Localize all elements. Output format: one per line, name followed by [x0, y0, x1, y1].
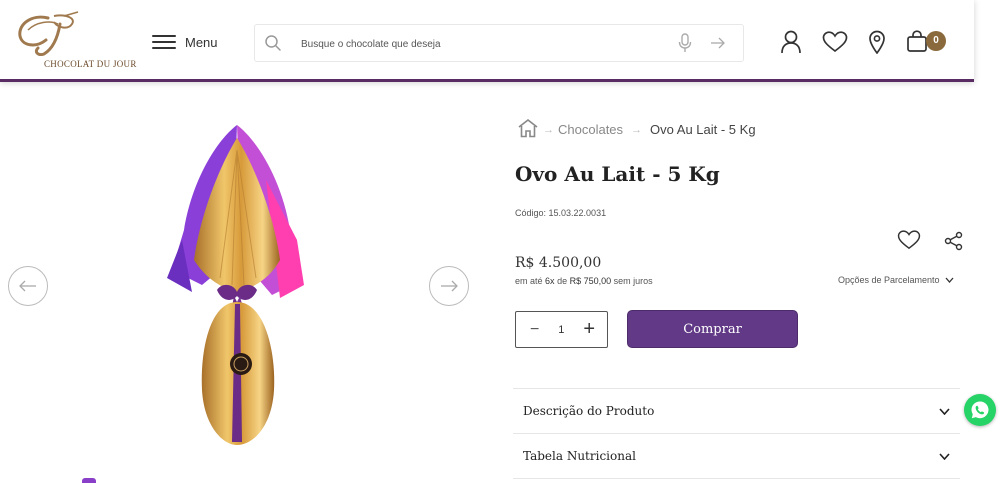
breadcrumb-current: Ovo Au Lait - 5 Kg: [650, 122, 756, 137]
gallery-thumbnail[interactable]: [82, 478, 96, 483]
menu-button[interactable]: Menu: [152, 30, 218, 54]
brand-name: CHOCOLAT DU JOUR: [44, 59, 137, 69]
installments-count: 6x: [545, 276, 555, 286]
breadcrumb: → Chocolates → Ovo Au Lait - 5 Kg: [517, 118, 756, 141]
accordion-nutrition-table[interactable]: Tabela Nutricional: [513, 433, 960, 478]
whatsapp-icon: [971, 401, 989, 419]
gallery-next-button[interactable]: [429, 266, 469, 306]
installment-options-toggle[interactable]: Opções de Parcelamento: [838, 275, 954, 285]
quantity-value[interactable]: 1: [558, 324, 564, 336]
accordion-divider: [513, 478, 960, 479]
chevron-down-icon: [939, 452, 950, 460]
chevron-down-icon: [939, 407, 950, 415]
arrow-right-icon[interactable]: [710, 36, 726, 55]
breadcrumb-chocolates[interactable]: Chocolates: [558, 122, 623, 137]
shopping-bag-icon[interactable]: [906, 30, 928, 57]
search-bar: [254, 24, 744, 62]
accordion-label: Tabela Nutricional: [523, 449, 636, 463]
buy-button[interactable]: Comprar: [627, 310, 798, 348]
installments-value: R$ 750,00: [569, 276, 612, 286]
whatsapp-button[interactable]: [964, 394, 996, 426]
accordion-product-description[interactable]: Descrição do Produto: [513, 388, 960, 433]
site-header: CHOCOLAT DU JOUR Menu Busque o chocolate…: [0, 0, 974, 82]
menu-label: Menu: [185, 34, 218, 50]
product-price: R$ 4.500,00: [515, 255, 602, 271]
product-image: [167, 125, 304, 445]
search-input[interactable]: [301, 34, 651, 54]
accordion-label: Descrição do Produto: [523, 404, 655, 418]
product-title: Ovo Au Lait - 5 Kg: [515, 162, 720, 186]
product-page: CHOCOLAT DU JOUR Menu Busque o chocolate…: [0, 0, 1000, 483]
brand-logo[interactable]: CHOCOLAT DU JOUR: [14, 10, 136, 72]
chevron-down-icon: [945, 277, 954, 283]
installments-text: em até 6x de R$ 750,00 sem juros: [515, 276, 653, 286]
wishlist-heart-icon[interactable]: [897, 230, 921, 255]
breadcrumb-separator: →: [631, 123, 643, 136]
quantity-stepper: − 1 +: [515, 311, 608, 348]
installments-suffix: sem juros: [613, 276, 653, 286]
home-icon[interactable]: [517, 118, 539, 141]
breadcrumb-separator: →: [543, 123, 554, 136]
search-icon: [264, 34, 282, 57]
cj-monogram-logo-icon: [18, 11, 79, 56]
arrow-right-icon: [441, 280, 458, 292]
installment-options-label: Opções de Parcelamento: [838, 275, 940, 285]
location-pin-icon[interactable]: [868, 30, 886, 59]
share-icon[interactable]: [944, 231, 964, 256]
user-icon[interactable]: [780, 30, 802, 59]
quantity-minus-button[interactable]: −: [530, 321, 539, 339]
quantity-plus-button[interactable]: +: [583, 318, 595, 341]
installments-prefix: em até: [515, 276, 543, 286]
arrow-left-icon: [19, 280, 36, 292]
cart-count-badge: 0: [926, 31, 946, 51]
heart-icon[interactable]: [822, 31, 848, 58]
microphone-icon[interactable]: [678, 33, 692, 58]
product-code: Código: 15.03.22.0031: [515, 208, 607, 218]
gallery-prev-button[interactable]: [8, 266, 48, 306]
hamburger-icon: [152, 34, 176, 50]
installments-de: de: [557, 276, 568, 286]
